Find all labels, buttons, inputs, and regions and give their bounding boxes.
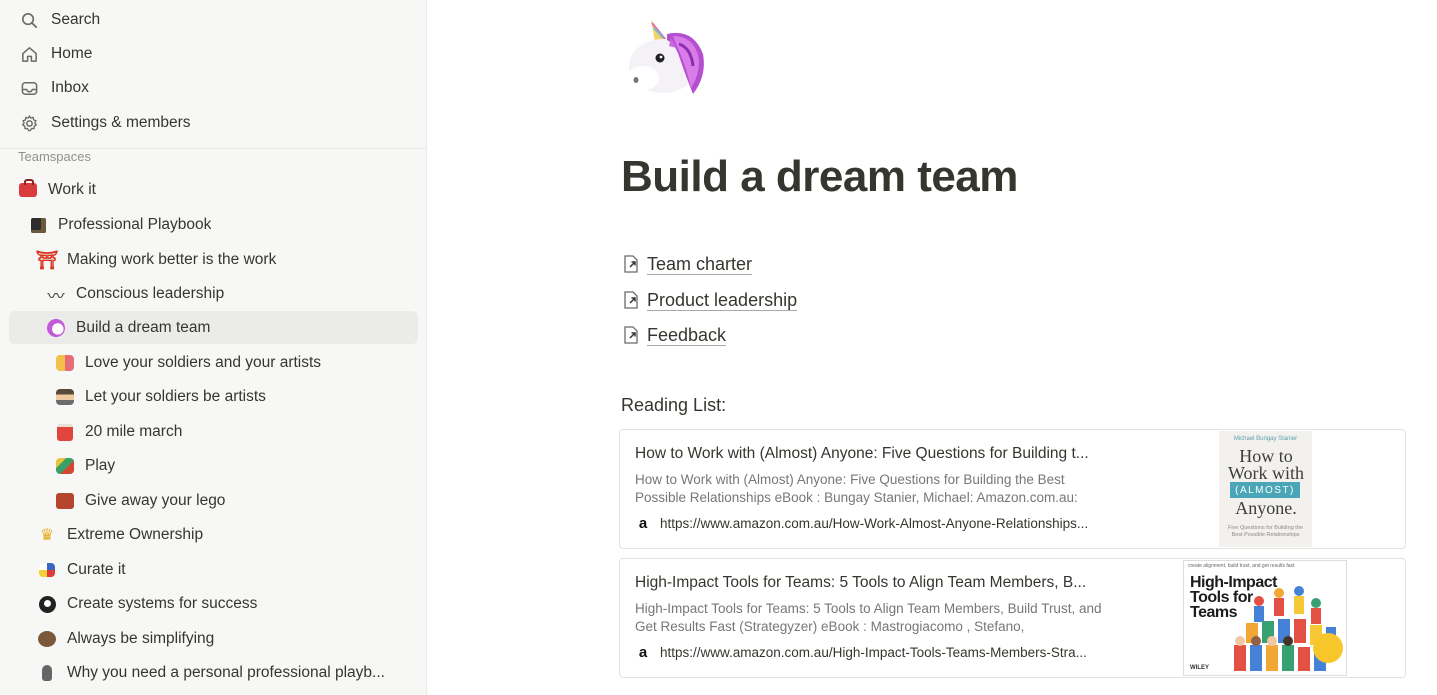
home-icon — [18, 43, 40, 65]
sidebar-item-label: Curate it — [67, 561, 126, 578]
sidebar-item-build-a-dream-team[interactable]: Build a dream team — [45, 313, 210, 343]
sidebar-item-give-away-your-lego[interactable]: Give away your lego — [54, 486, 225, 516]
sidebar-item-making-work-better[interactable]: ⛩ Making work better is the work — [35, 245, 277, 275]
bookmark-title: High-Impact Tools for Teams: 5 Tools to … — [635, 574, 1087, 591]
sidebar-item-label: Play — [85, 457, 116, 474]
page-link-icon — [624, 291, 638, 309]
cover-title: High-Impact Tools for Teams — [1190, 574, 1277, 621]
roller-coaster-emoji-icon — [54, 455, 76, 477]
bookmark-cover-image: create alignment, build trust, and get r… — [1183, 560, 1347, 676]
page-link-feedback[interactable]: Feedback — [621, 322, 727, 348]
crown-emoji-icon: ♛ — [39, 527, 55, 544]
sidebar-item-always-be-simplifying[interactable]: Always be simplifying — [36, 624, 214, 654]
cover-tagline: create alignment, build trust, and get r… — [1188, 563, 1295, 569]
page-link-product-leadership[interactable]: Product leadership — [621, 287, 798, 313]
section-label-teamspaces: Teamspaces — [18, 148, 91, 164]
page-link-label: Feedback — [647, 324, 727, 346]
bookmark-url: a https://www.amazon.com.au/High-Impact-… — [635, 643, 1115, 661]
amazon-icon: a — [638, 514, 648, 532]
toolbox-emoji-icon — [17, 179, 39, 201]
sidebar-item-why-personal-playbook[interactable]: Why you need a personal professional pla… — [36, 658, 385, 688]
sidebar-item-create-systems[interactable]: Create systems for success — [36, 589, 257, 619]
inbox-icon — [18, 77, 40, 99]
page-link-label: Team charter — [647, 253, 753, 275]
cover-title-line: Work with — [1227, 463, 1305, 483]
gear-icon — [18, 112, 40, 134]
page-link-icon — [624, 326, 638, 344]
bookmark-card-how-to-work[interactable]: How to Work with (Almost) Anyone: Five Q… — [619, 429, 1406, 549]
sidebar-item-label: Build a dream team — [76, 319, 211, 336]
sidebar-item-settings[interactable]: Settings & members — [18, 109, 191, 137]
cover-author: Michael Bungay Stanier — [1233, 436, 1298, 442]
sidebar-item-home[interactable]: Home — [18, 40, 92, 68]
page-link-label: Product leadership — [647, 289, 798, 311]
bookmark-url: a https://www.amazon.com.au/How-Work-Alm… — [635, 514, 1115, 532]
sidebar-item-curate-it[interactable]: Curate it — [36, 555, 126, 585]
artist-emoji-icon — [54, 386, 76, 408]
sidebar-item-let-your-soldiers[interactable]: Let your soldiers be artists — [54, 382, 266, 412]
sidebar-item-conscious-leadership[interactable]: 〰 Conscious leadership — [45, 279, 225, 309]
sidebar-item-label: Always be simplifying — [67, 630, 215, 647]
bookmark-url-text: https://www.amazon.com.au/High-Impact-To… — [660, 644, 1087, 660]
cover-title-line: Anyone. — [1235, 498, 1297, 518]
sidebar-item-label: Love your soldiers and your artists — [85, 354, 322, 371]
page-link-icon — [624, 255, 638, 273]
sidebar-item-label: Search — [51, 11, 101, 28]
pool-8-ball-emoji-icon — [36, 593, 58, 615]
wavy-dash-emoji-icon: 〰 — [47, 286, 65, 306]
cover-title-line: Teams — [1190, 604, 1238, 621]
search-icon — [18, 9, 40, 31]
sidebar-item-love-your-soldiers[interactable]: Love your soldiers and your artists — [54, 348, 321, 378]
page-icon-unicorn[interactable] — [621, 14, 711, 98]
cover-badge — [1313, 633, 1343, 663]
bookmark-card-high-impact-tools[interactable]: High-Impact Tools for Teams: 5 Tools to … — [619, 558, 1406, 678]
sidebar-item-label: Home — [51, 45, 93, 62]
bookmark-description: How to Work with (Almost) Anyone: Five Q… — [635, 472, 1078, 505]
page-title: Build a dream team — [621, 152, 1018, 201]
bookmark-cover-image: Michael Bungay Stanier How to Work with … — [1219, 431, 1312, 547]
couple-emoji-icon — [54, 352, 76, 374]
sidebar-item-label: Settings & members — [51, 114, 191, 131]
sidebar-item-label: Extreme Ownership — [67, 526, 204, 543]
cover-publisher: WILEY — [1190, 665, 1209, 671]
sidebar-item-label: Inbox — [51, 79, 89, 96]
sidebar-item-extreme-ownership[interactable]: ♛ Extreme Ownership — [36, 520, 203, 550]
cover-title-line: High-Impact — [1190, 574, 1277, 591]
sidebar: Search Home Inbox Settings & members Tea… — [0, 0, 427, 695]
sidebar-item-label: Conscious leadership — [76, 285, 225, 302]
sidebar-item-label: Work it — [48, 181, 96, 198]
art-frame-emoji-icon — [36, 559, 58, 581]
unicorn-emoji-icon — [45, 317, 67, 339]
page-link-team-charter[interactable]: Team charter — [621, 251, 753, 277]
sidebar-item-label: Let your soldiers be artists — [85, 388, 266, 405]
sidebar-item-label: Give away your lego — [85, 492, 226, 509]
reading-list-label: Reading List: — [621, 395, 727, 415]
bookmark-url-text: https://www.amazon.com.au/How-Work-Almos… — [660, 515, 1089, 531]
torii-gate-emoji-icon: ⛩ — [35, 250, 59, 270]
cube-emoji-icon — [27, 214, 49, 236]
sidebar-item-inbox[interactable]: Inbox — [18, 74, 89, 102]
sidebar-item-label: Making work better is the work — [67, 251, 277, 268]
sidebar-item-work-it[interactable]: Work it — [17, 175, 96, 205]
sidebar-item-label: 20 mile march — [85, 423, 183, 440]
sidebar-item-label: Professional Playbook — [58, 216, 212, 233]
sidebar-item-search[interactable]: Search — [18, 6, 100, 34]
sidebar-item-label: Create systems for success — [67, 595, 258, 612]
cover-title-line: Tools for — [1190, 589, 1253, 606]
cover-subtitle: Five Questions for Building the Best Pos… — [1228, 525, 1303, 538]
sidebar-item-20-mile-march[interactable]: 20 mile march — [54, 417, 182, 447]
bear-emoji-icon — [36, 628, 58, 650]
sidebar-item-label: Why you need a personal professional pla… — [67, 664, 385, 681]
sidebar-item-play[interactable]: Play — [54, 451, 115, 481]
bookmark-description: High-Impact Tools for Teams: 5 Tools to … — [635, 601, 1102, 634]
microphone-emoji-icon — [36, 662, 58, 684]
brick-emoji-icon — [54, 490, 76, 512]
sidebar-item-professional-playbook[interactable]: Professional Playbook — [27, 210, 211, 240]
cover-title-badge: (ALMOST) — [1230, 482, 1300, 498]
drum-emoji-icon — [54, 421, 76, 443]
amazon-icon: a — [638, 643, 648, 661]
bookmark-title: How to Work with (Almost) Anyone: Five Q… — [635, 445, 1089, 462]
unicorn-emoji-icon — [627, 20, 704, 94]
